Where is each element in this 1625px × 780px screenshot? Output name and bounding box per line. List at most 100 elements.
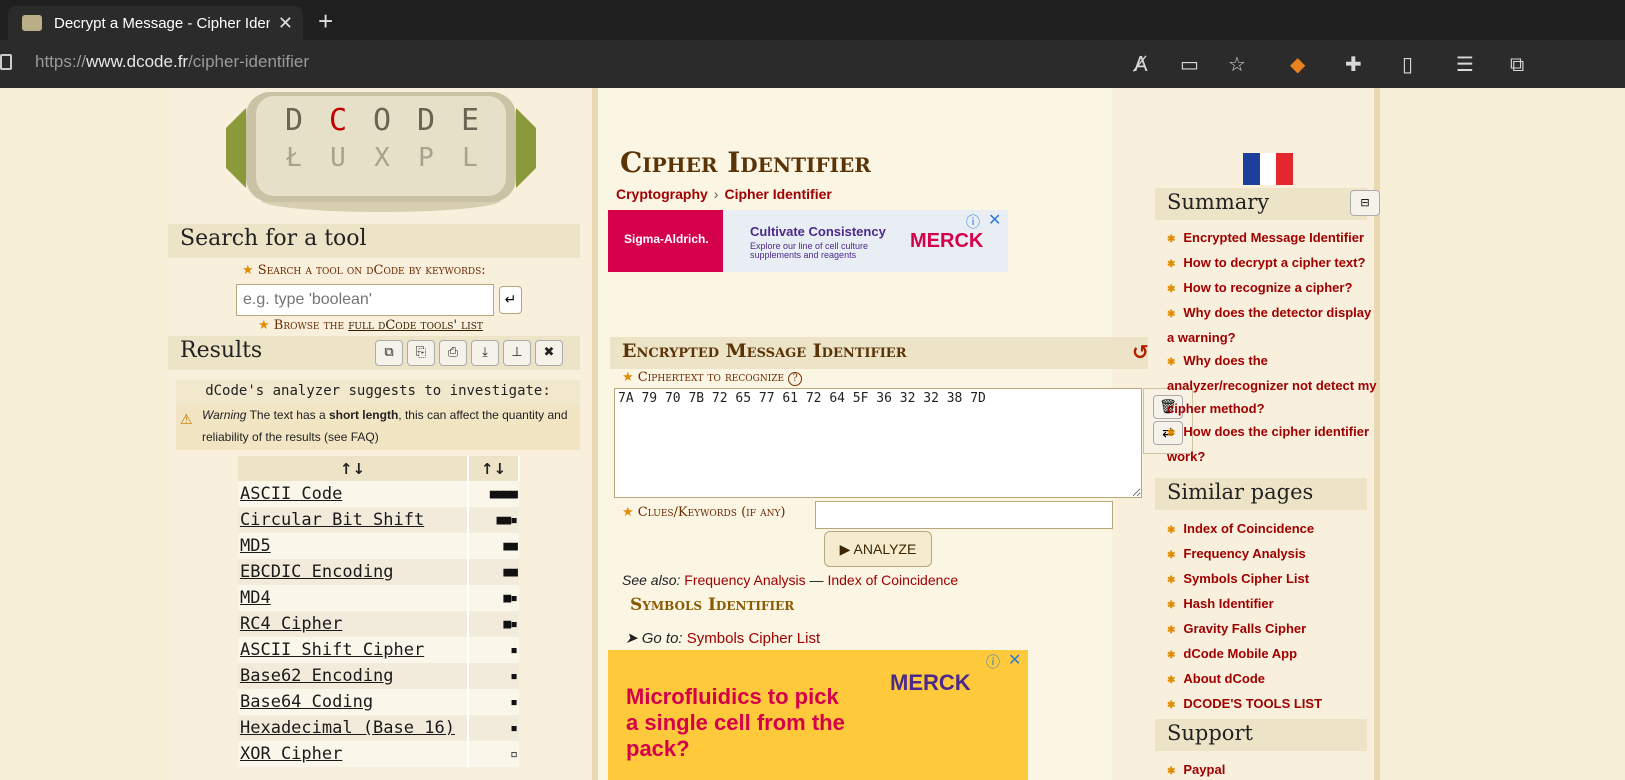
favorites-icon[interactable]: ☰ <box>1456 52 1474 76</box>
summary-link[interactable]: ✱ Why does the detector display a warning… <box>1167 301 1382 349</box>
sort-name-header[interactable]: ↑↓ <box>238 456 469 481</box>
result-name-link[interactable]: RC4 Cipher <box>238 611 468 637</box>
summary-link[interactable]: ✱ Why does the analyzer/recognizer not de… <box>1167 349 1382 420</box>
similar-page-link[interactable]: ✱ dCode Mobile App <box>1167 642 1382 667</box>
result-score: ■■■■ <box>467 481 519 507</box>
table-row[interactable]: Base64 Coding ▪ <box>238 689 519 715</box>
read-aloud-icon[interactable]: A̸ <box>1134 52 1148 76</box>
result-name-link[interactable]: Circular Bit Shift <box>238 507 468 533</box>
metamask-icon[interactable]: ◆ <box>1290 52 1305 76</box>
result-name-link[interactable]: MD4 <box>238 585 468 611</box>
similar-page-link[interactable]: ✱ Frequency Analysis <box>1167 542 1382 567</box>
ad-info-icon[interactable]: ⓘ <box>966 212 980 232</box>
similar-page-link[interactable]: ✱ Hash Identifier <box>1167 592 1382 617</box>
summary-heading: Summary <box>1155 188 1367 220</box>
help-icon[interactable]: ? <box>788 372 803 386</box>
see-also-frequency-link[interactable]: Frequency Analysis <box>684 572 805 588</box>
ciphertext-input[interactable]: 7A 79 70 7B 72 65 77 61 72 64 5F 36 32 3… <box>614 388 1142 498</box>
table-row[interactable]: ASCII Code ■■■■ <box>238 481 519 507</box>
url-field[interactable]: https://www.dcode.fr/cipher-identifier <box>35 52 309 72</box>
ad-close-icon[interactable]: ✕ <box>988 210 1001 229</box>
table-row[interactable]: Base62 Encoding ▪ <box>238 663 519 689</box>
reset-icon[interactable]: ↺ <box>1132 340 1149 364</box>
pin-button[interactable]: ⊥ <box>503 340 531 366</box>
result-name-link[interactable]: ASCII Code <box>238 481 468 507</box>
sort-score-header[interactable]: ↑↓ <box>468 456 520 481</box>
results-table: ↑↓ ↑↓ ASCII Code ■■■■ Circular Bit Shift ■■… <box>238 456 520 767</box>
analyze-button[interactable]: ▶ ANALYZE <box>824 531 932 567</box>
similar-page-link[interactable]: ✱ Index of Coincidence <box>1167 517 1382 542</box>
summary-link[interactable]: ✱ How to recognize a cipher? <box>1167 276 1382 301</box>
bullet-icon: ✱ <box>1167 259 1176 270</box>
search-submit-button[interactable]: ↵ <box>499 286 522 314</box>
french-flag-icon[interactable] <box>1243 153 1294 185</box>
similar-page-link[interactable]: ✱ Symbols Cipher List <box>1167 567 1382 592</box>
similar-page-link[interactable]: ✱ Gravity Falls Cipher <box>1167 617 1382 642</box>
similar-page-link[interactable]: ✱ DCODE'S TOOLS LIST <box>1167 692 1382 717</box>
logo-letter-c: C <box>329 103 347 138</box>
breadcrumb-cipher-identifier[interactable]: Cipher Identifier <box>724 186 831 202</box>
banner-ad[interactable]: Sigma-Aldrich. Cultivate Consistency Exp… <box>608 210 1008 272</box>
search-heading: Search for a tool <box>168 224 580 258</box>
similar-pages-list: ✱ Index of Coincidence ✱ Frequency Analysis… <box>1167 517 1382 717</box>
table-row[interactable]: Hexadecimal (Base 16) ▪ <box>238 715 519 741</box>
result-name-link[interactable]: EBCDIC Encoding <box>238 559 468 585</box>
result-name-link[interactable]: Base62 Encoding <box>238 663 468 689</box>
warning-bold: short length <box>328 408 399 422</box>
similar-page-link[interactable]: ✱ About dCode <box>1167 667 1382 692</box>
collapse-summary-button[interactable]: ⊟ <box>1350 190 1380 216</box>
see-also-ioc-link[interactable]: Index of Coincidence <box>827 572 958 588</box>
table-row[interactable]: EBCDIC Encoding ■■ <box>238 559 519 585</box>
copy-alt-button[interactable]: ⎘ <box>407 340 435 366</box>
summary-link[interactable]: ✱ How does the cipher identifier work? <box>1167 420 1382 468</box>
split-screen-icon[interactable]: ▯ <box>1402 52 1413 76</box>
search-input[interactable] <box>236 284 494 316</box>
symbols-identifier-heading[interactable]: Symbols Identifier <box>630 595 794 615</box>
result-name-link[interactable]: ASCII Shift Cipher <box>238 637 468 663</box>
result-name-link[interactable]: XOR Cipher <box>238 741 468 767</box>
collections-icon[interactable]: ⧉ <box>1510 52 1524 76</box>
address-bar[interactable]: https://www.dcode.fr/cipher-identifier <box>0 40 1625 88</box>
result-name-link[interactable]: MD5 <box>238 533 468 559</box>
copy-results-button[interactable]: ⧉ <box>375 340 403 366</box>
table-row[interactable]: RC4 Cipher ■▪ <box>238 611 519 637</box>
warning-box: ⚠ Warning The text has a short length, t… <box>176 404 580 450</box>
table-row[interactable]: Circular Bit Shift ■■▪ <box>238 507 519 533</box>
download-button[interactable]: ⤓ <box>471 340 499 366</box>
svg-text:L: L <box>462 143 478 173</box>
full-tools-list-link[interactable]: full dCode tools' list <box>348 318 483 333</box>
result-name-link[interactable]: Base64 Coding <box>238 689 468 715</box>
result-score: ▪ <box>467 689 519 715</box>
logo-letter-o: O <box>373 103 391 138</box>
bullet-icon: ✱ <box>1167 600 1176 611</box>
close-tab-icon[interactable]: ✕ <box>278 13 293 34</box>
close-results-button[interactable]: ✖ <box>535 340 563 366</box>
bottom-ad[interactable]: Microfluidics to pick a single cell from… <box>608 650 1028 780</box>
extensions-icon[interactable]: ✚ <box>1345 52 1362 76</box>
support-link[interactable]: ✱ Paypal <box>1167 758 1382 780</box>
new-tab-icon[interactable]: + <box>318 6 333 37</box>
table-row[interactable]: MD5 ■■ <box>238 533 519 559</box>
immersive-reader-icon[interactable]: ▭ <box>1180 52 1199 76</box>
lock-icon[interactable] <box>0 54 12 70</box>
favorite-star-icon[interactable]: ☆ <box>1228 52 1246 76</box>
result-score: ▪ <box>467 715 519 741</box>
symbols-cipher-list-link[interactable]: Symbols Cipher List <box>687 630 820 647</box>
summary-link[interactable]: ✱ How to decrypt a cipher text? <box>1167 251 1382 276</box>
bullet-icon: ✱ <box>1167 309 1176 320</box>
bullet-icon: ✱ <box>1167 650 1176 661</box>
ad-subtext: Explore our line of cell culture supplem… <box>750 241 869 260</box>
table-row[interactable]: XOR Cipher ▫ <box>238 741 519 767</box>
summary-link[interactable]: ✱ Encrypted Message Identifier <box>1167 226 1382 251</box>
breadcrumb-cryptography[interactable]: Cryptography <box>616 186 708 202</box>
dcode-logo[interactable]: D C O D E ŁUXPL <box>216 88 546 216</box>
similar-pages-heading: Similar pages <box>1155 478 1367 510</box>
table-row[interactable]: MD4 ■▪ <box>238 585 519 611</box>
print-button[interactable]: ⎙ <box>439 340 467 366</box>
browser-tab[interactable]: Decrypt a Message - Cipher Iden ✕ <box>8 6 303 40</box>
ad2-close-icon[interactable]: ✕ <box>1008 650 1021 669</box>
result-name-link[interactable]: Hexadecimal (Base 16) <box>238 715 468 741</box>
table-row[interactable]: ASCII Shift Cipher ▪ <box>238 637 519 663</box>
clues-input[interactable] <box>815 501 1113 529</box>
ad2-info-icon[interactable]: ⓘ <box>986 652 1000 672</box>
